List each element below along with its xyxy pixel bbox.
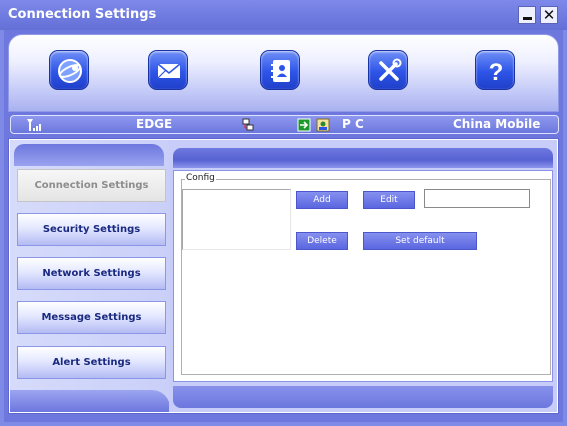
connection-mode: P C xyxy=(342,117,364,131)
content-area: Connection Settings Security Settings Ne… xyxy=(8,138,559,414)
sidebar-footer xyxy=(10,390,170,412)
config-panel: Config Add Edit Delete Set default xyxy=(173,170,553,382)
network-type: EDGE xyxy=(136,117,173,131)
question-icon: ? xyxy=(489,59,504,85)
sidebar-item-message-settings[interactable]: Message Settings xyxy=(17,301,166,334)
sidebar: Connection Settings Security Settings Ne… xyxy=(10,140,170,412)
toolbar: ? xyxy=(8,34,559,112)
sidebar-item-network-settings[interactable]: Network Settings xyxy=(17,257,166,290)
config-name-input[interactable] xyxy=(424,189,530,208)
panel-header xyxy=(173,148,553,168)
add-button[interactable]: Add xyxy=(296,191,348,209)
tools-icon xyxy=(379,58,402,81)
delete-button[interactable]: Delete xyxy=(296,232,348,250)
edit-button[interactable]: Edit xyxy=(363,191,415,209)
help-button[interactable]: ? xyxy=(475,50,515,90)
window-title: Connection Settings xyxy=(8,7,157,22)
config-group-label: Config xyxy=(185,173,216,183)
messages-button[interactable] xyxy=(148,50,188,90)
minimize-button[interactable] xyxy=(518,6,536,24)
operator-name: China Mobile xyxy=(453,117,541,131)
envelope-icon xyxy=(157,63,181,79)
config-group: Config Add Edit Delete Set default xyxy=(181,173,551,375)
network-connection-icon xyxy=(241,118,255,135)
set-default-button[interactable]: Set default xyxy=(363,232,477,250)
media-icon xyxy=(316,118,330,135)
internet-button[interactable] xyxy=(49,50,89,90)
settings-button[interactable] xyxy=(368,50,408,90)
config-list[interactable] xyxy=(182,189,291,250)
address-book-icon xyxy=(271,60,290,82)
sidebar-item-alert-settings[interactable]: Alert Settings xyxy=(17,346,166,379)
svg-text:?: ? xyxy=(489,59,504,85)
sidebar-header xyxy=(14,144,164,166)
contacts-button[interactable] xyxy=(260,50,300,90)
sms-icon xyxy=(297,118,311,135)
sidebar-item-security-settings[interactable]: Security Settings xyxy=(17,213,166,246)
status-bar: EDGE P C China Mobile xyxy=(10,115,559,134)
globe-icon xyxy=(58,59,82,83)
title-bar: Connection Settings ✕ xyxy=(0,0,567,30)
panel-footer xyxy=(173,386,553,408)
main-panel: Config Add Edit Delete Set default xyxy=(169,140,557,412)
close-button[interactable]: ✕ xyxy=(540,6,558,24)
sidebar-item-connection-settings[interactable]: Connection Settings xyxy=(17,169,166,202)
signal-strength-icon xyxy=(25,118,45,135)
